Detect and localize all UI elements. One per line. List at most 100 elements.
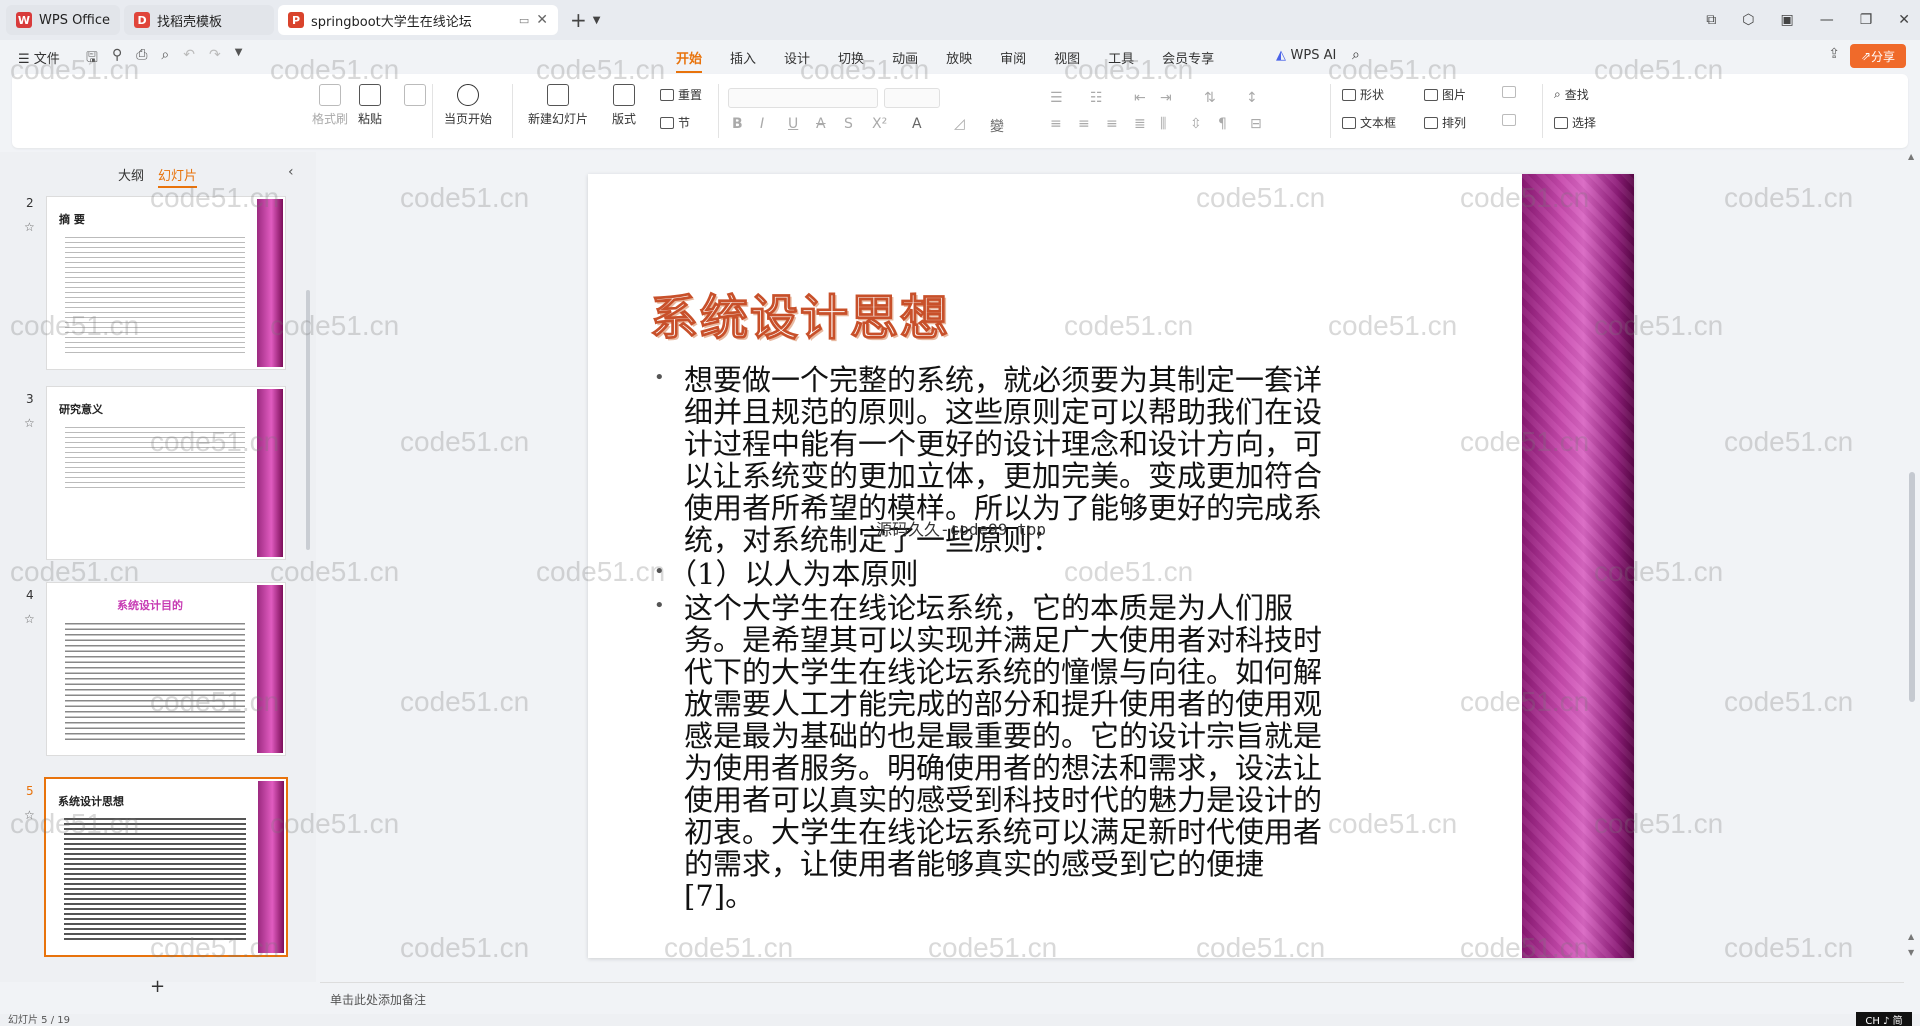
paragraph-icon[interactable]: ¶ <box>1218 116 1227 132</box>
tab-view[interactable]: 视图 <box>1054 48 1080 67</box>
italic-icon[interactable]: I <box>760 116 764 132</box>
slide-thumbnail[interactable]: 研究意义 <box>46 386 286 560</box>
indent-decrease-icon[interactable]: ⇤ <box>1134 90 1146 106</box>
tab-transitions[interactable]: 切换 <box>838 48 864 67</box>
spacing-icon[interactable]: ⇳ <box>1190 116 1202 132</box>
slide-thumbnail-active[interactable]: 系统设计思想 <box>44 777 288 957</box>
align-center-icon[interactable]: ≡ <box>1078 116 1090 132</box>
label: 图片 <box>1442 88 1467 102</box>
canvas-scrollbar[interactable]: ▲ ▲ ▼ <box>1906 152 1918 978</box>
superscript-icon[interactable]: X² <box>872 116 887 132</box>
avatar-icon[interactable]: ▣ <box>1780 12 1793 28</box>
tab-member[interactable]: 会员专享 <box>1162 48 1214 67</box>
tab-current-document[interactable]: P springboot大学生在线论坛 ▭ ✕ <box>278 5 559 35</box>
close-tab-icon[interactable]: ✕ <box>536 12 548 28</box>
paste-button[interactable]: 粘贴 <box>358 84 382 127</box>
numbering-icon[interactable]: ☷ <box>1090 90 1103 106</box>
strikethrough-icon[interactable]: A <box>816 116 826 132</box>
indent-increase-icon[interactable]: ⇥ <box>1160 90 1172 106</box>
cube-icon[interactable]: ⬡ <box>1742 12 1754 28</box>
scroll-down-icon[interactable]: ▼ <box>1908 948 1914 957</box>
reset-button[interactable]: 重置 <box>660 86 702 103</box>
format-icon[interactable]: ⚲ <box>112 47 122 71</box>
star-icon[interactable]: ☆ <box>24 612 35 626</box>
font-family-select[interactable] <box>728 88 878 108</box>
scroll-thumb[interactable] <box>1909 472 1915 702</box>
minimize-icon[interactable]: — <box>1820 12 1834 28</box>
print-preview-icon[interactable]: ⌕ <box>161 47 169 71</box>
undo-icon[interactable]: ↶ <box>183 47 195 71</box>
bold-icon[interactable]: B <box>732 116 743 132</box>
window-layout-icon[interactable]: ⧉ <box>1706 12 1716 28</box>
tab-animations[interactable]: 动画 <box>892 48 918 67</box>
justify-icon[interactable]: ≣ <box>1134 116 1146 132</box>
chevron-down-icon[interactable]: ▼ <box>593 15 601 26</box>
scroll-up-icon[interactable]: ▲ <box>1908 152 1914 161</box>
text-fit-icon[interactable]: ⊟ <box>1250 116 1262 132</box>
close-window-icon[interactable]: ✕ <box>1898 12 1910 28</box>
char-spacing-icon[interactable]: 變 <box>990 116 1004 136</box>
highlight-icon[interactable]: ◿ <box>954 116 965 132</box>
restore-icon[interactable]: ❐ <box>1860 12 1873 28</box>
redo-icon[interactable]: ↷ <box>209 47 221 71</box>
align-right-icon[interactable]: ≡ <box>1106 116 1118 132</box>
current-slide[interactable]: 系统设计思想 想要做一个完整的系统，就必须要为其制定一套详细并且规范的原则。这些… <box>588 174 1634 958</box>
wps-ai-button[interactable]: ◭ WPS AI <box>1276 48 1336 63</box>
slide-thumbnail[interactable]: 摘 要 <box>46 196 286 370</box>
columns-icon[interactable]: ⫼ <box>1160 116 1166 132</box>
slide-thumbnail[interactable]: 系统设计目的 <box>46 582 286 756</box>
print-icon[interactable]: ⎙ <box>136 47 147 71</box>
star-icon[interactable]: ☆ <box>24 808 35 822</box>
tab-insert[interactable]: 插入 <box>730 48 756 67</box>
tab-template[interactable]: D 找稻壳模板 <box>124 5 275 35</box>
tab-outline[interactable]: 大纲 <box>118 165 144 188</box>
slide-title[interactable]: 系统设计思想 <box>649 278 950 348</box>
outline-button[interactable] <box>1502 114 1516 126</box>
new-slide-button[interactable]: 新建幻灯片 <box>528 84 588 127</box>
arrange-button[interactable]: 排列 <box>1424 114 1466 131</box>
bullets-icon[interactable]: ☰ <box>1050 90 1063 106</box>
tab-slideshow[interactable]: 放映 <box>946 48 972 67</box>
play-current-button[interactable]: 当页开始 <box>444 84 492 127</box>
section-button[interactable]: 节 <box>660 114 690 131</box>
cut-button[interactable] <box>404 84 426 106</box>
chevron-left-icon[interactable]: ‹ <box>288 164 294 180</box>
font-color-icon[interactable]: A <box>912 116 922 132</box>
font-size-select[interactable] <box>884 88 940 108</box>
input-method-indicator[interactable]: CH ♪ 简 <box>1856 1012 1912 1026</box>
tab-design[interactable]: 设计 <box>784 48 810 67</box>
align-left-icon[interactable]: ≡ <box>1050 116 1062 132</box>
share-button[interactable]: ⇗ 分享 <box>1850 44 1906 68</box>
slide-body[interactable]: 想要做一个完整的系统，就必须要为其制定一套详细并且规范的原则。这些原则定可以帮助… <box>654 362 1334 914</box>
save-icon[interactable]: 🖫 <box>86 47 98 71</box>
chevron-down-icon[interactable]: ▼ <box>235 47 243 71</box>
line-spacing-icon[interactable]: ↕ <box>1246 90 1258 106</box>
text-direction-icon[interactable]: ⇅ <box>1204 90 1216 106</box>
shadow-text-icon[interactable]: S <box>844 116 853 132</box>
panel-scrollbar[interactable] <box>306 290 310 550</box>
scroll-up-icon[interactable]: ▲ <box>1908 932 1914 941</box>
picture-button[interactable]: 图片 <box>1424 86 1466 103</box>
format-painter-button[interactable]: 格式刷 <box>312 84 348 127</box>
textbox-button[interactable]: 文本框 <box>1342 114 1396 131</box>
notes-pane[interactable]: 单击此处添加备注 <box>320 982 1904 1012</box>
search-icon[interactable]: ⌕ <box>1352 47 1360 63</box>
select-button[interactable]: 选择 <box>1554 114 1596 131</box>
add-slide-button[interactable]: + <box>150 976 165 997</box>
cloud-upload-icon[interactable]: ⇪ <box>1828 46 1840 62</box>
star-icon[interactable]: ☆ <box>24 416 35 430</box>
find-button[interactable]: ⌕ 查找 <box>1554 86 1589 103</box>
tab-tools[interactable]: 工具 <box>1108 48 1134 67</box>
fill-button[interactable] <box>1502 86 1516 98</box>
tab-slides[interactable]: 幻灯片 <box>158 165 198 188</box>
layout-button[interactable]: 版式 <box>612 84 636 127</box>
file-menu[interactable]: ☰ 文件 <box>18 48 60 67</box>
underline-icon[interactable]: U <box>788 116 798 132</box>
tab-wps-office[interactable]: W WPS Office <box>6 5 121 35</box>
tab-home[interactable]: 开始 <box>676 48 703 73</box>
add-tab-icon[interactable]: + <box>570 8 587 32</box>
shape-button[interactable]: 形状 <box>1342 86 1384 103</box>
star-icon[interactable]: ☆ <box>24 220 35 234</box>
tab-review[interactable]: 审阅 <box>1000 48 1026 67</box>
wps-logo-icon: W <box>16 12 32 28</box>
